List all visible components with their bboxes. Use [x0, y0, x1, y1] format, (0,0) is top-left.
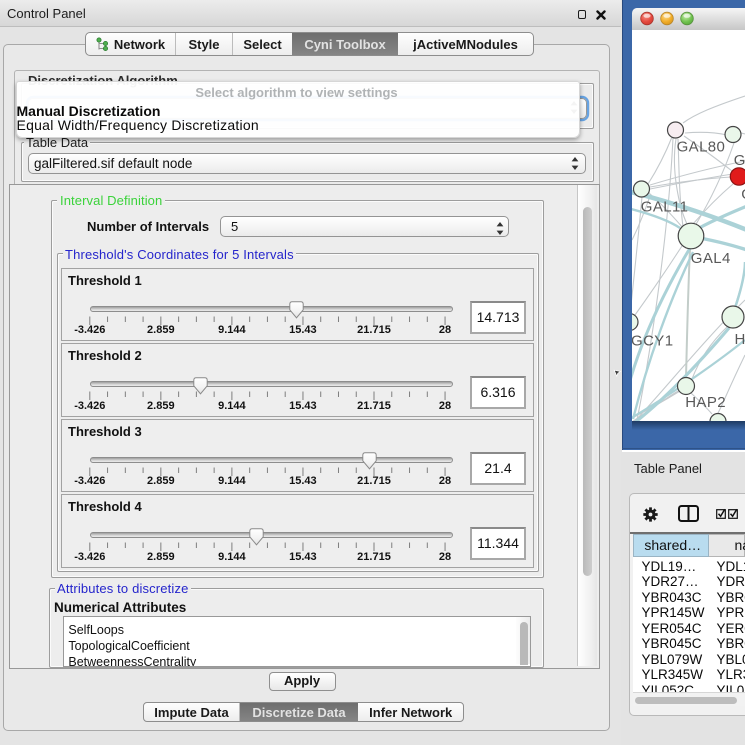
svg-text:GAL4: GAL4	[691, 250, 731, 267]
svg-text:H: H	[735, 331, 745, 348]
svg-text:G: G	[741, 186, 745, 203]
svg-text:HAP2: HAP2	[685, 394, 726, 411]
svg-text:GCY1: GCY1	[632, 333, 673, 350]
svg-text:GA: GA	[734, 152, 745, 169]
svg-text:GAL80: GAL80	[677, 139, 726, 156]
svg-text:GAL11: GAL11	[641, 199, 689, 216]
